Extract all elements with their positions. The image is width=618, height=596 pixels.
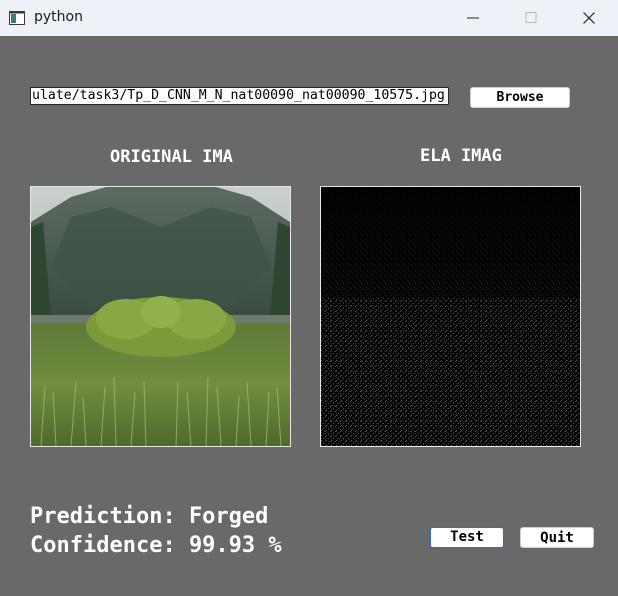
ela-image xyxy=(320,186,581,447)
minimize-icon xyxy=(467,17,479,19)
close-button[interactable] xyxy=(560,0,618,36)
quit-button[interactable]: Quit xyxy=(520,527,594,548)
original-image-label: ORIGINAL IMA xyxy=(110,147,233,167)
ela-image-label: ELA IMAG xyxy=(420,146,502,166)
confidence-text: Confidence: 99.93 % xyxy=(30,533,282,558)
close-icon xyxy=(583,12,595,24)
title-bar: python xyxy=(0,0,618,36)
test-button[interactable]: Test xyxy=(430,527,504,548)
maximize-icon xyxy=(525,12,537,23)
prediction-text: Prediction: Forged xyxy=(30,504,269,529)
minimize-button[interactable] xyxy=(444,0,502,36)
original-image xyxy=(30,186,291,447)
window-title: python xyxy=(34,9,83,25)
app-window: python ulate/task3/Tp_D_CNN_M_N_nat00090… xyxy=(0,0,618,596)
browse-button[interactable]: Browse xyxy=(470,87,570,108)
maximize-button[interactable] xyxy=(502,0,560,36)
file-path-field[interactable]: ulate/task3/Tp_D_CNN_M_N_nat00090_nat000… xyxy=(30,87,449,105)
python-window-icon xyxy=(9,10,25,25)
